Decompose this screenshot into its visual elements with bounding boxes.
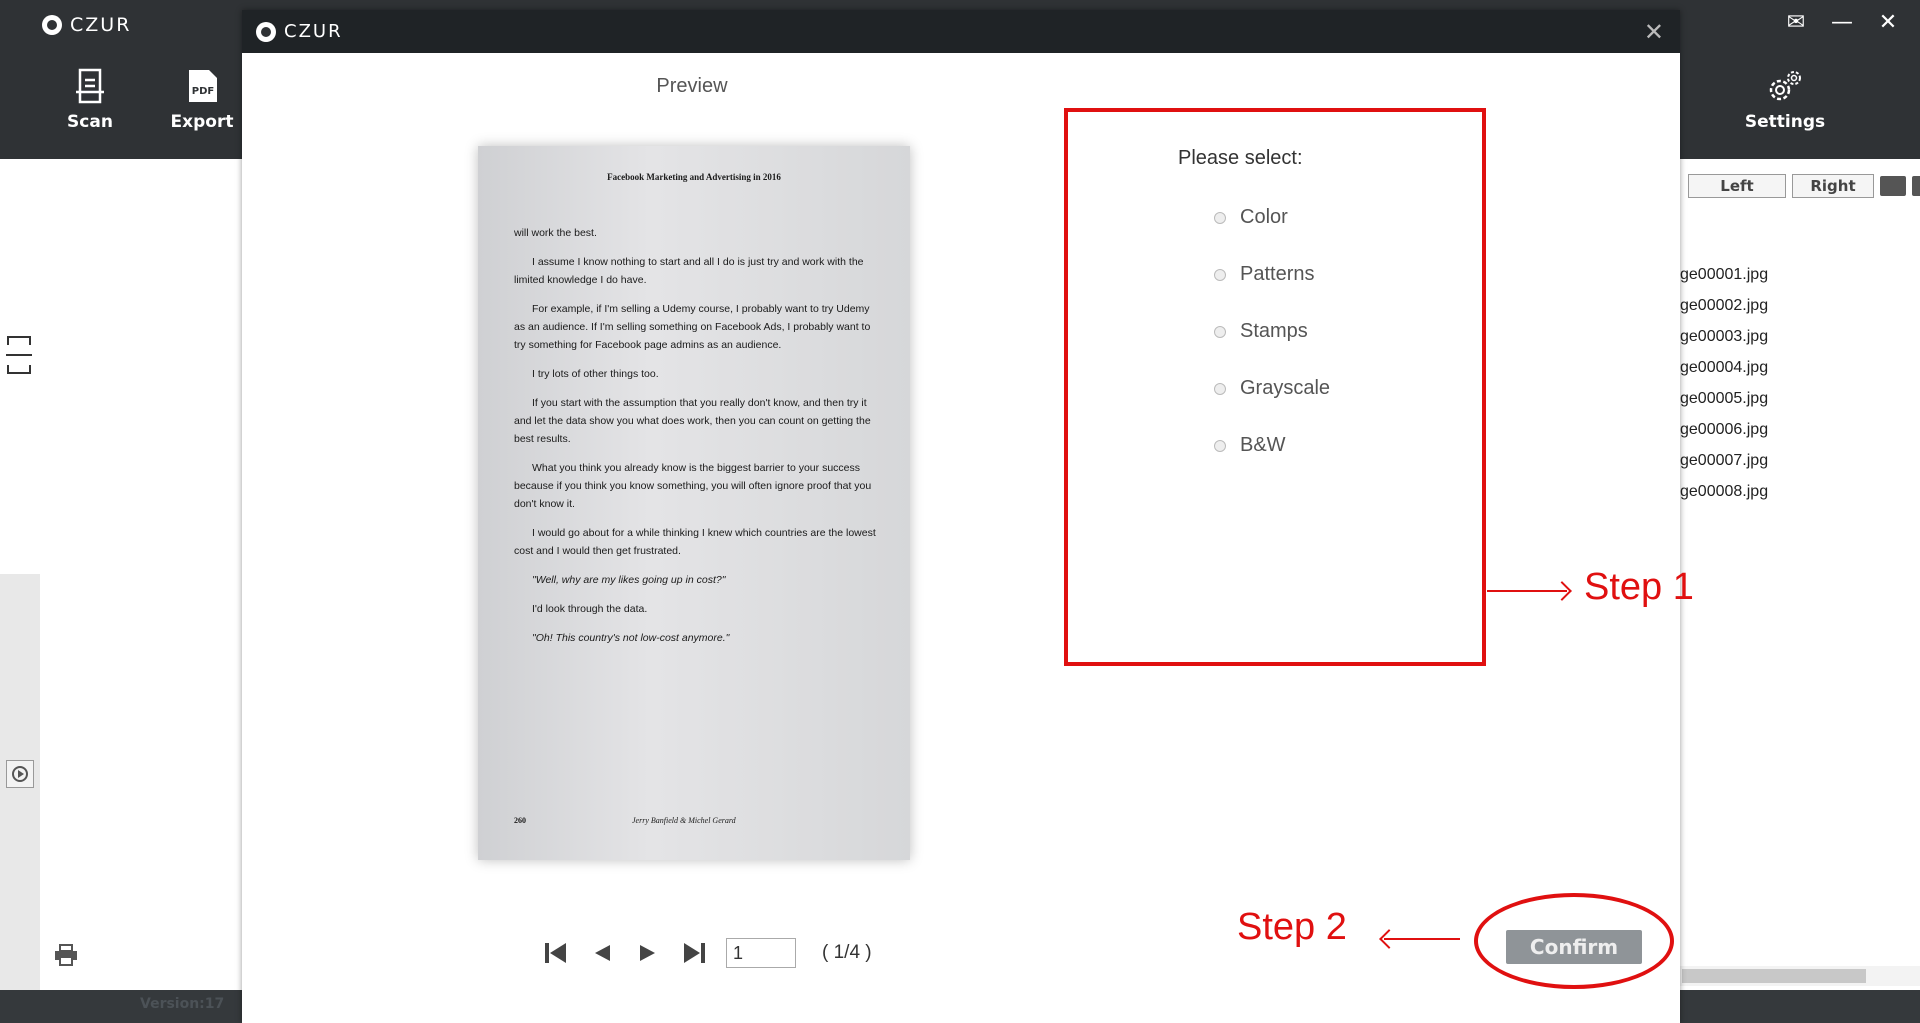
dialog-close-icon[interactable]: ✕ <box>1644 18 1664 46</box>
file-item[interactable]: ge00002.jpg <box>1680 297 1768 328</box>
page-paragraph: What you think you already know is the b… <box>514 462 872 510</box>
color-mode-selector: Please select: Color Patterns Stamps Gra… <box>1064 108 1486 666</box>
dialog-logo: CZUR <box>256 21 343 42</box>
next-page-icon[interactable] <box>634 939 662 967</box>
play-icon[interactable] <box>6 760 34 788</box>
open-folder-icon[interactable] <box>1912 176 1920 196</box>
scan-icon <box>45 66 135 106</box>
radio-button[interactable] <box>1214 211 1226 224</box>
export-label: Export <box>170 112 234 132</box>
page-paragraph: I would go about for a while thinking I … <box>514 527 876 557</box>
czur-logo-icon <box>256 21 276 42</box>
dialog-titlebar: CZUR ✕ <box>242 10 1680 53</box>
settings-label: Settings <box>1744 112 1826 132</box>
page-paragraph: I try lots of other things too. <box>532 368 659 380</box>
page-number-input[interactable] <box>726 938 796 968</box>
option-label: Patterns <box>1240 263 1315 285</box>
prev-page-icon[interactable] <box>588 939 616 967</box>
option-stamps[interactable]: Stamps <box>1214 320 1308 343</box>
page-count: ( 1/4 ) <box>822 942 872 963</box>
file-item[interactable]: ge00006.jpg <box>1680 421 1768 452</box>
page-navigator: ( 1/4 ) <box>542 938 872 968</box>
svg-text:PDF: PDF <box>192 86 214 97</box>
option-patterns[interactable]: Patterns <box>1214 263 1314 286</box>
app-logo: CZUR <box>42 14 131 36</box>
mail-icon[interactable]: ✉ <box>1782 10 1810 35</box>
minimize-icon[interactable]: — <box>1828 10 1856 35</box>
file-item[interactable]: ge00001.jpg <box>1680 266 1768 297</box>
pdf-icon: PDF <box>157 66 247 106</box>
select-title: Please select: <box>1178 147 1303 169</box>
close-icon[interactable]: ✕ <box>1874 10 1902 35</box>
file-item[interactable]: ge00005.jpg <box>1680 390 1768 421</box>
file-list: ge00001.jpg ge00002.jpg ge00003.jpg ge00… <box>1680 266 1768 514</box>
print-icon[interactable] <box>54 944 78 966</box>
step1-arrow <box>1487 590 1567 592</box>
last-page-icon[interactable] <box>680 939 708 967</box>
page-paragraph: If you start with the assumption that yo… <box>514 397 871 445</box>
gear-icon <box>1740 66 1830 106</box>
file-item[interactable]: ge00004.jpg <box>1680 359 1768 390</box>
version-label: Version:17 <box>140 996 225 1012</box>
page-paragraph: will work the best. <box>514 227 597 239</box>
page-paragraph: "Well, why are my likes going up in cost… <box>532 574 726 586</box>
confirm-button[interactable]: Confirm <box>1506 930 1642 964</box>
option-color[interactable]: Color <box>1214 206 1288 229</box>
radio-button[interactable] <box>1214 325 1226 338</box>
page-author: Jerry Banfield & Michel Gerard <box>632 816 736 825</box>
option-grayscale[interactable]: Grayscale <box>1214 377 1330 400</box>
file-item[interactable]: ge00003.jpg <box>1680 328 1768 359</box>
export-button[interactable]: PDF Export <box>157 66 247 132</box>
file-item[interactable]: ge00008.jpg <box>1680 483 1768 514</box>
page-header: Facebook Marketing and Advertising in 20… <box>607 172 781 182</box>
preview-title: Preview <box>656 75 728 97</box>
czur-logo-icon <box>42 15 62 35</box>
view-toggle: Left Right <box>1688 174 1920 198</box>
radio-button[interactable] <box>1214 268 1226 281</box>
app-brand: CZUR <box>70 14 132 36</box>
settings-button[interactable]: Settings <box>1740 66 1830 132</box>
right-view-button[interactable]: Right <box>1792 174 1874 198</box>
page-paragraph: I assume I know nothing to start and all… <box>514 256 864 286</box>
page-paragraph: "Oh! This country's not low-cost anymore… <box>532 632 730 644</box>
step1-label: Step 1 <box>1584 566 1694 608</box>
radio-button[interactable] <box>1214 382 1226 395</box>
option-bw[interactable]: B&W <box>1214 434 1286 457</box>
page-footer: 260 Jerry Banfield & Michel Gerard <box>514 816 876 825</box>
page-preview-image: Facebook Marketing and Advertising in 20… <box>478 146 910 860</box>
page-number: 260 <box>514 816 526 825</box>
option-label: Color <box>1240 206 1288 228</box>
window-controls: ✉ — ✕ <box>1782 10 1902 35</box>
horizontal-scrollbar[interactable] <box>1680 966 1920 986</box>
step2-arrow <box>1384 938 1460 940</box>
option-label: Grayscale <box>1240 377 1331 399</box>
color-mode-dialog: CZUR ✕ Preview Facebook Marketing and Ad… <box>242 10 1680 1023</box>
scrollbar-thumb[interactable] <box>1682 969 1866 983</box>
option-label: Stamps <box>1240 320 1308 342</box>
page-paragraph: For example, if I'm selling a Udemy cour… <box>514 303 871 351</box>
scan-label: Scan <box>67 112 113 132</box>
dialog-brand: CZUR <box>284 21 343 42</box>
scan-button[interactable]: Scan <box>45 66 135 132</box>
option-label: B&W <box>1240 434 1286 456</box>
page-body: will work the best. I assume I know noth… <box>514 224 876 658</box>
left-view-button[interactable]: Left <box>1688 174 1786 198</box>
first-page-icon[interactable] <box>542 939 570 967</box>
file-item[interactable]: ge00007.jpg <box>1680 452 1768 483</box>
radio-button[interactable] <box>1214 439 1226 452</box>
step2-label: Step 2 <box>1237 906 1347 948</box>
import-folder-icon[interactable] <box>1880 176 1906 196</box>
crop-icon[interactable] <box>6 335 32 375</box>
page-paragraph: I'd look through the data. <box>532 603 648 615</box>
